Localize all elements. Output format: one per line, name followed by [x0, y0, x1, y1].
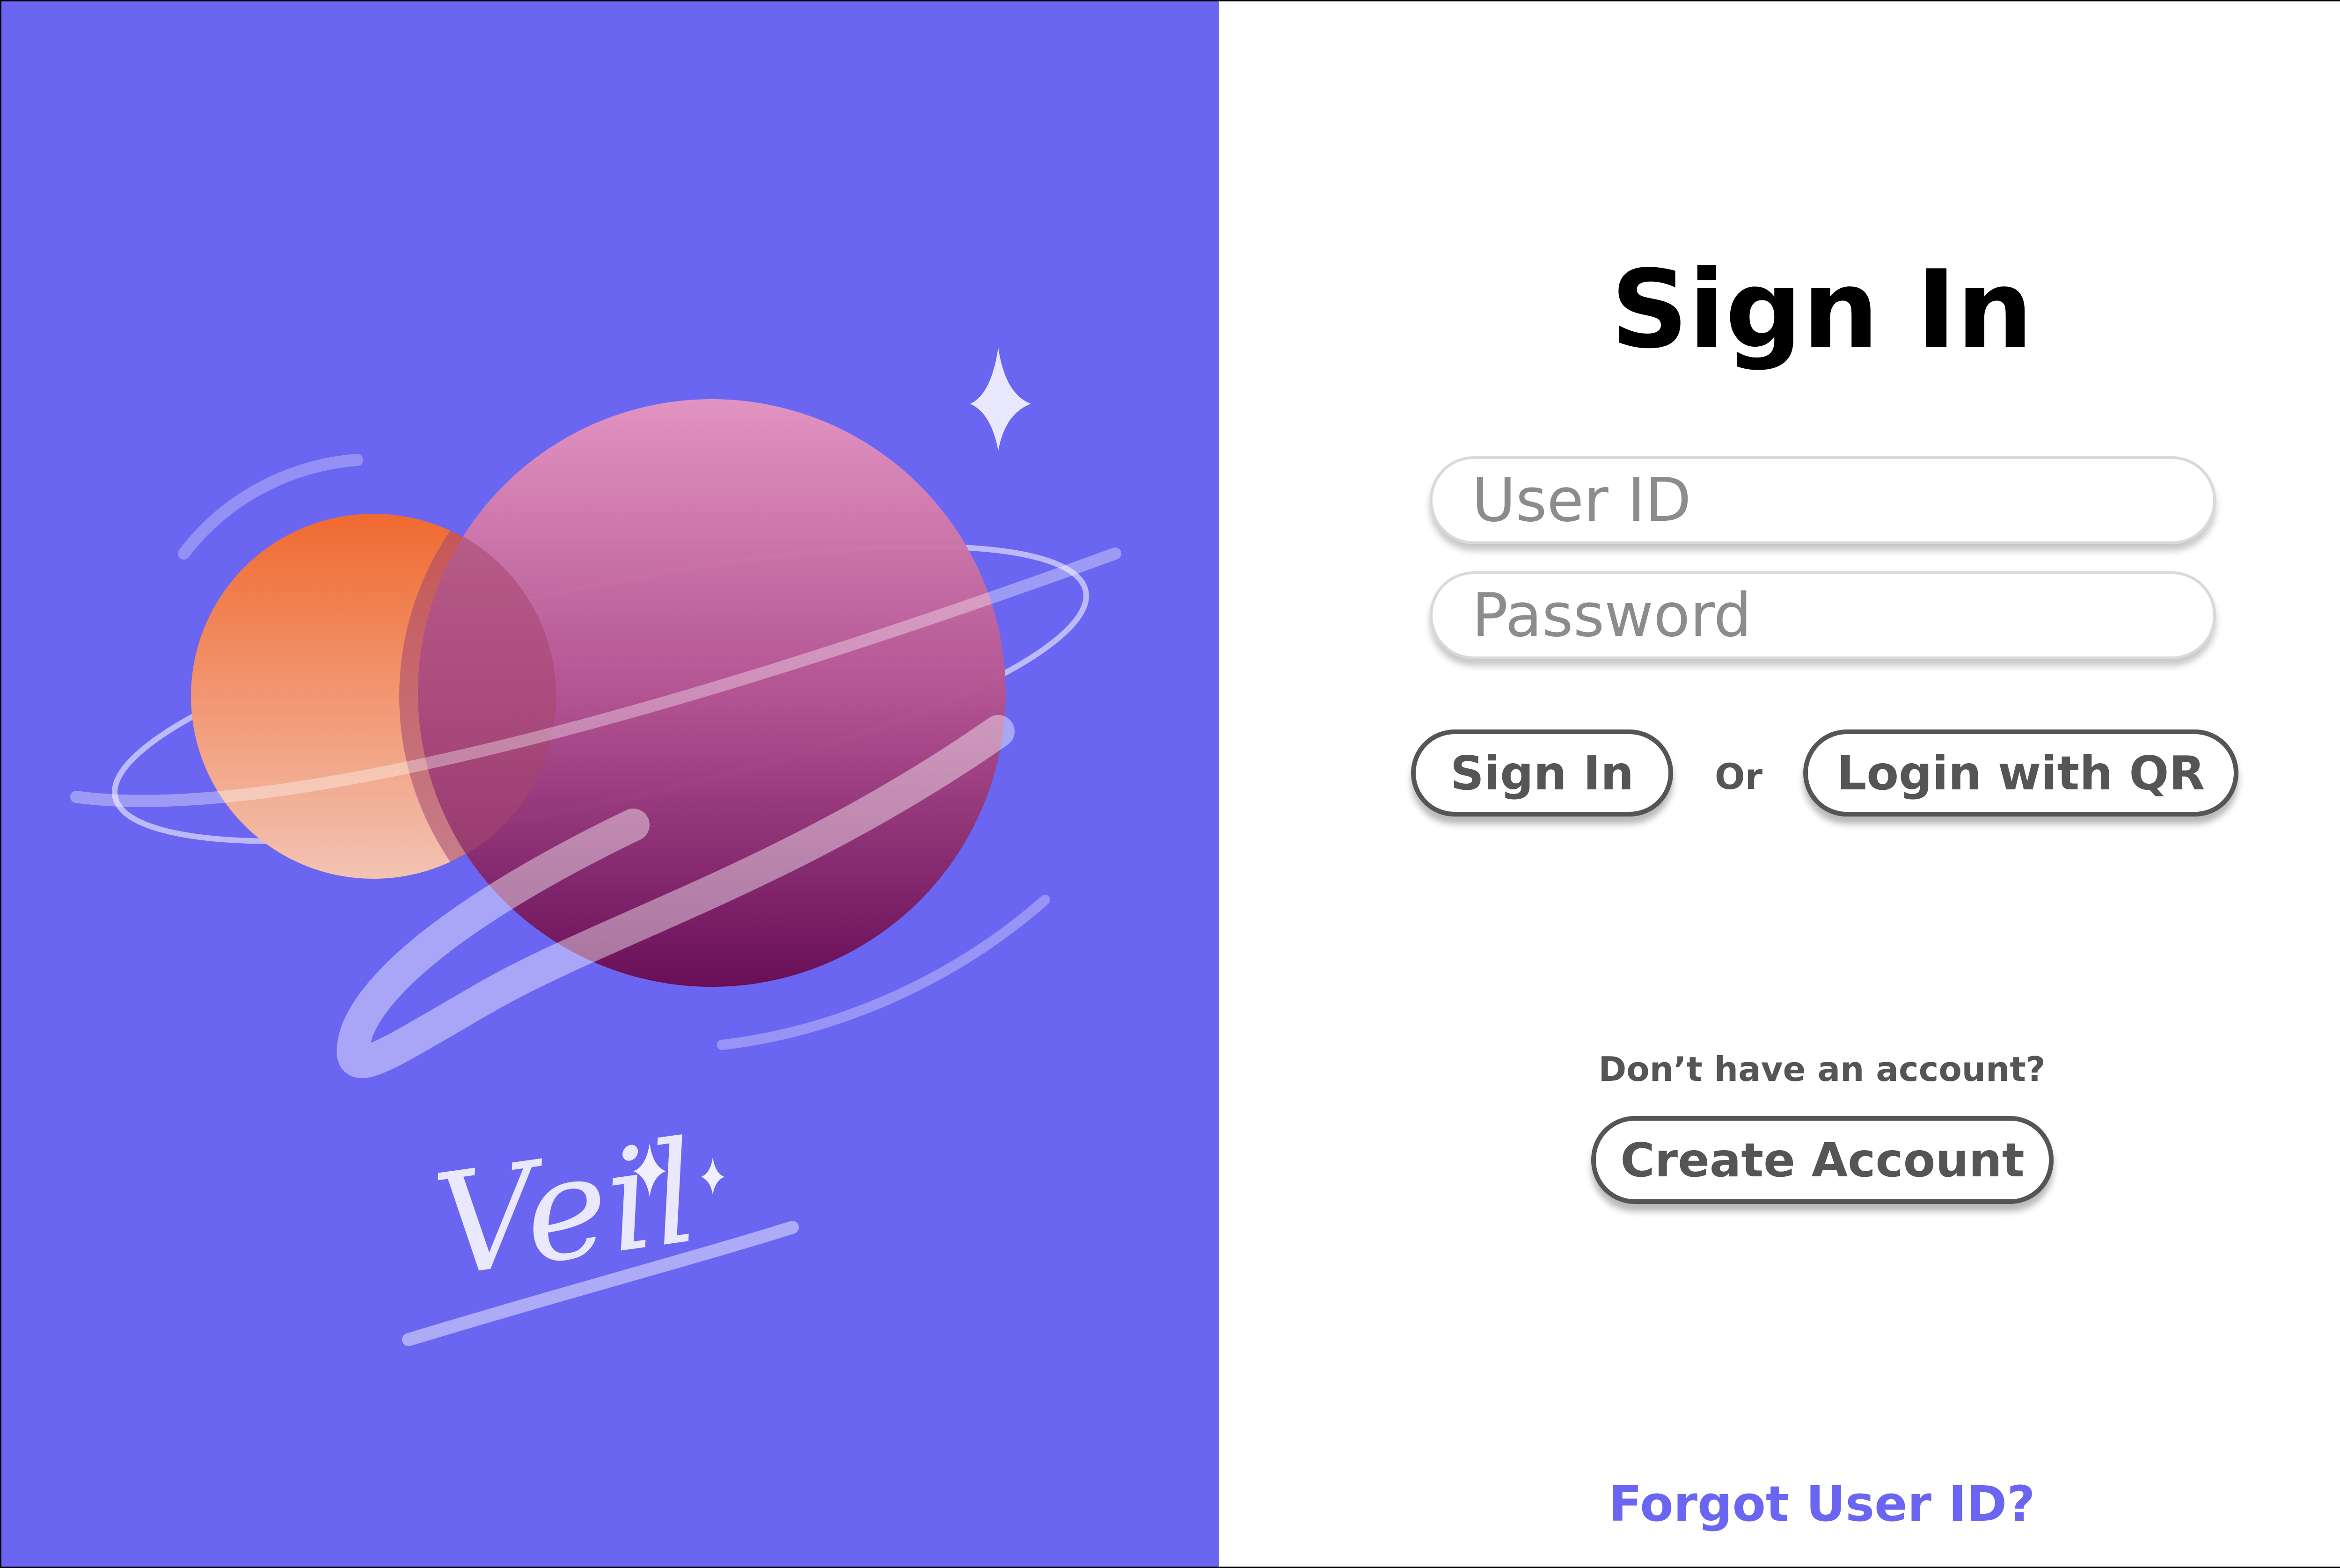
veil-logo: Veil — [426, 1110, 708, 1308]
sparkle-icon — [970, 348, 1031, 451]
planet-illustration: Veil — [70, 348, 1121, 1346]
signin-button[interactable]: Sign In — [1411, 729, 1673, 817]
page-title: Sign In — [1610, 248, 2033, 372]
login-with-qr-button[interactable]: Login with QR — [1803, 729, 2238, 817]
qr-button-label: Login with QR — [1836, 745, 2205, 801]
hero-illustration-panel: Veil — [1, 1, 1219, 1567]
userid-input[interactable] — [1430, 456, 2216, 544]
forgot-userid-link[interactable]: Forgot User ID? — [1219, 1475, 2340, 1532]
app-window: Veil Sign In Sign In Or Login with QR Do… — [1, 1, 2340, 1567]
or-divider-label: Or — [1714, 756, 1763, 797]
signup-prompt: Don’t have an account? — [1598, 1050, 2046, 1089]
signin-panel: Sign In Sign In Or Login with QR Don’t h… — [1219, 1, 2340, 1567]
create-account-label: Create Account — [1620, 1132, 2025, 1188]
create-account-button[interactable]: Create Account — [1591, 1116, 2054, 1204]
password-input[interactable] — [1430, 571, 2216, 659]
signin-button-label: Sign In — [1450, 745, 1634, 801]
